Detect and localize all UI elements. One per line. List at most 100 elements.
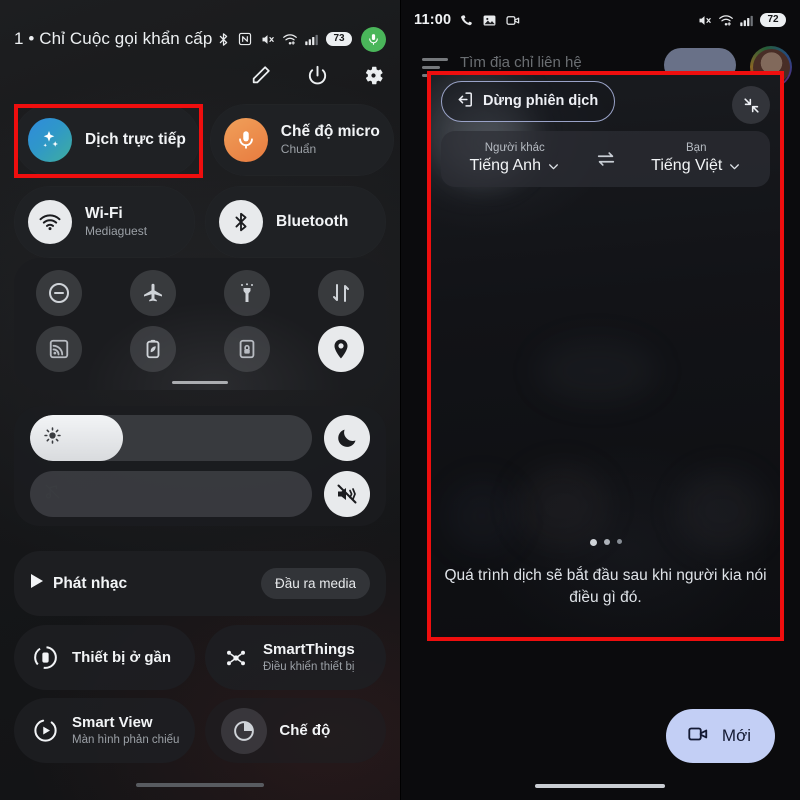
right-status-left: 11:00 xyxy=(414,12,697,28)
music-off-icon xyxy=(43,482,62,506)
left-status-icons: 73 xyxy=(216,26,386,52)
edit-button[interactable] xyxy=(248,62,274,88)
auto-rotate-lock-icon[interactable] xyxy=(224,326,270,372)
airplane-mode-icon[interactable] xyxy=(130,270,176,316)
tile-row-2: Wi-Fi Mediaguest Bluetooth xyxy=(14,186,386,258)
tile-title: Dịch trực tiếp xyxy=(85,131,186,149)
language-selector-bar: Người khác Tiếng Anh Bạn Tiếng Việt xyxy=(441,131,770,187)
power-button[interactable] xyxy=(304,62,330,88)
mobile-data-icon[interactable] xyxy=(318,270,364,316)
signal-bars-icon xyxy=(304,32,319,47)
media-label: Phát nhạc xyxy=(53,574,128,592)
location-icon[interactable] xyxy=(318,326,364,372)
sparkle-translate-icon xyxy=(28,118,72,162)
collapse-arrows-icon[interactable] xyxy=(732,86,770,124)
target-language-text: Tiếng Việt xyxy=(651,157,723,175)
brightness-row xyxy=(30,415,370,461)
panel-drag-handle[interactable] xyxy=(172,380,228,384)
search-contacts-field[interactable]: Tìm địa chỉ liên hệ xyxy=(460,54,582,71)
listening-dots-indicator xyxy=(427,539,784,546)
home-indicator[interactable] xyxy=(136,782,264,787)
video-camera-icon xyxy=(686,723,710,750)
media-output-button[interactable]: Đầu ra media xyxy=(260,568,370,599)
translate-hint-text: Quá trình dịch sẽ bắt đầu sau khi người … xyxy=(444,567,767,607)
tile-smart-view-text: Smart View Màn hình phản chiếu xyxy=(72,714,179,748)
tile-smartthings[interactable]: SmartThings Điều khiển thiết bị xyxy=(205,625,386,690)
tile-smart-view[interactable]: Smart View Màn hình phản chiếu xyxy=(14,698,196,763)
volume-row xyxy=(30,471,370,517)
source-language-label: Người khác xyxy=(484,141,545,154)
tile-live-translate[interactable]: Dịch trực tiếp xyxy=(14,104,200,176)
exit-icon xyxy=(455,90,474,113)
tile-mic-mode[interactable]: Chế độ micro Chuẩn xyxy=(209,104,394,176)
grid-rows xyxy=(14,270,386,372)
mic-icon xyxy=(223,118,268,162)
volume-slider[interactable] xyxy=(30,471,312,517)
carrier-text: 1 • Chỉ Cuộc gọi khẩn cấp xyxy=(14,29,213,48)
tile-nearby-devices[interactable]: Thiết bị ở gần xyxy=(14,625,195,690)
target-language-selector[interactable]: Bạn Tiếng Việt xyxy=(623,142,771,177)
new-call-button[interactable]: Mới xyxy=(665,709,775,763)
tile-live-translate-text: Dịch trực tiếp xyxy=(85,130,186,149)
tile-smartthings-text: SmartThings Điều khiển thiết bị xyxy=(263,641,355,675)
smartthings-icon xyxy=(221,643,251,673)
grid-row-1 xyxy=(36,270,364,316)
pair-row-1: Thiết bị ở gần SmartThings Điều khiển th… xyxy=(14,625,386,690)
new-call-label: Mới xyxy=(721,726,751,745)
source-language-value[interactable]: Tiếng Anh xyxy=(470,156,560,176)
stop-translation-button[interactable]: Dừng phiên dịch xyxy=(441,80,616,122)
swap-arrows-icon[interactable] xyxy=(589,148,623,170)
flashlight-icon[interactable] xyxy=(224,270,270,316)
brightness-icon xyxy=(43,426,62,450)
right-status-bar: 11:00 72 xyxy=(400,6,800,34)
source-language-text: Tiếng Anh xyxy=(469,157,541,175)
screen-cast-icon[interactable] xyxy=(36,326,82,372)
signal-bars-icon xyxy=(739,13,754,28)
tile-nearby-text: Thiết bị ở gần xyxy=(72,649,171,667)
tile-subtitle: Màn hình phản chiếu xyxy=(72,733,180,746)
sound-vibrate-button[interactable] xyxy=(324,471,370,517)
wifi-calling-icon xyxy=(282,32,297,47)
tile-subtitle: Mediaguest xyxy=(85,224,148,239)
nearby-devices-icon xyxy=(30,643,60,673)
quick-tiles: Dịch trực tiếp Chế độ micro Chuẩn Wi-Fi … xyxy=(14,104,394,268)
tile-title: Thiết bị ở gần xyxy=(72,648,171,666)
nfc-icon xyxy=(238,32,253,47)
battery-saver-icon[interactable] xyxy=(130,326,176,372)
do-not-disturb-icon[interactable] xyxy=(36,270,82,316)
pair-row-2: Smart View Màn hình phản chiếu Chế độ xyxy=(14,698,386,763)
home-indicator[interactable] xyxy=(535,783,665,788)
quick-toggle-grid xyxy=(14,258,386,390)
tile-wifi[interactable]: Wi-Fi Mediaguest xyxy=(14,186,195,258)
battery-level: 73 xyxy=(326,31,352,47)
right-status-icons: 72 xyxy=(697,12,786,28)
wifi-icon xyxy=(28,200,72,244)
translate-sheet-toolbar: Dừng phiên dịch xyxy=(427,79,784,124)
tile-title: Bluetooth xyxy=(276,213,349,231)
quick-settings-panel: 1 • Chỉ Cuộc gọi khẩn cấp 73 Dịch trực t… xyxy=(0,0,400,800)
tile-bluetooth-text: Bluetooth xyxy=(276,212,348,231)
media-card[interactable]: Phát nhạc Đầu ra media xyxy=(14,551,386,616)
panel-divider xyxy=(400,0,401,800)
quick-settings-actions xyxy=(248,62,386,88)
photo-icon xyxy=(482,13,497,28)
chevron-down-icon xyxy=(549,164,558,170)
tile-modes[interactable]: Chế độ xyxy=(205,698,386,763)
play-icon xyxy=(30,573,44,594)
video-camera-icon xyxy=(505,13,520,28)
source-language-selector[interactable]: Người khác Tiếng Anh xyxy=(441,142,589,177)
tile-title: Chế độ micro xyxy=(280,123,380,141)
media-play-label[interactable]: Phát nhạc xyxy=(30,573,127,594)
night-mode-button[interactable] xyxy=(324,415,370,461)
settings-button[interactable] xyxy=(360,62,386,88)
tile-bluetooth[interactable]: Bluetooth xyxy=(205,186,386,258)
target-language-value[interactable]: Tiếng Việt xyxy=(651,156,741,176)
tile-wifi-text: Wi-Fi Mediaguest xyxy=(85,204,147,240)
wifi-calling-icon xyxy=(718,13,733,28)
chevron-down-icon xyxy=(730,164,740,170)
tile-subtitle: Điều khiển thiết bị xyxy=(263,660,355,673)
brightness-slider[interactable] xyxy=(30,415,312,461)
smart-view-icon xyxy=(30,716,60,746)
tile-title: Wi-Fi xyxy=(85,205,123,223)
left-status-bar: 1 • Chỉ Cuộc gọi khẩn cấp 73 xyxy=(0,22,400,56)
